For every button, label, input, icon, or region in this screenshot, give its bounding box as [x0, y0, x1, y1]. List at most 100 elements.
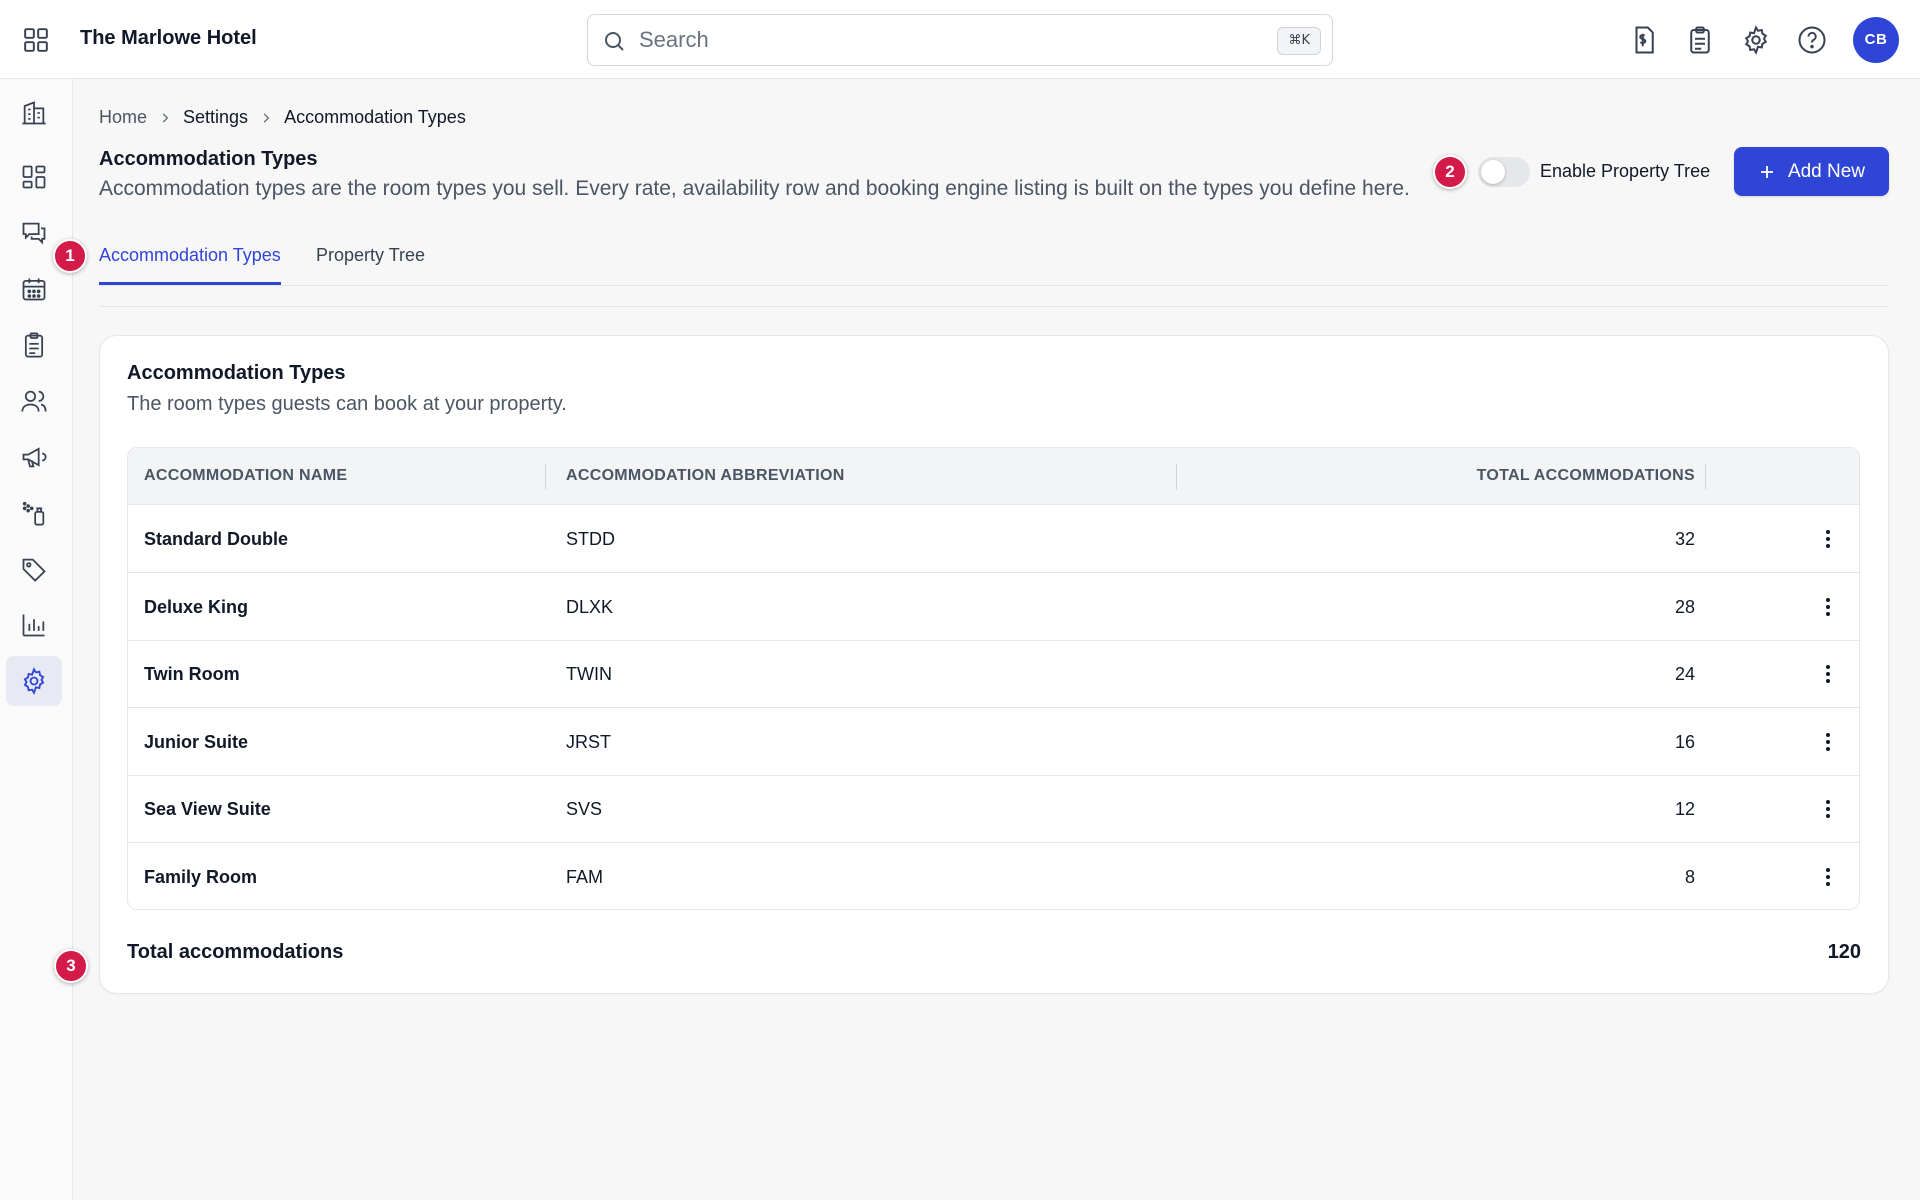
breadcrumb-settings[interactable]: Settings [183, 107, 248, 128]
property-tree-toggle-label: Enable Property Tree [1540, 161, 1711, 181]
help-icon[interactable] [1797, 25, 1827, 55]
chevron-right-icon [263, 112, 270, 123]
column-header-name[interactable]: ACCOMMODATION NAME [144, 467, 347, 485]
row-total: 16 [1674, 732, 1695, 752]
table-row[interactable]: Deluxe King DLXK 28 [128, 573, 1859, 641]
sidebar-item-rates[interactable] [6, 544, 62, 594]
search-input[interactable] [639, 23, 1239, 57]
annotation-marker-2: 2 [1433, 155, 1467, 189]
breadcrumb-current: Accommodation Types [284, 107, 466, 127]
row-abbreviation: DLXK [566, 597, 614, 617]
card-title: Accommodation Types [127, 362, 346, 384]
row-abbreviation: TWIN [566, 664, 612, 684]
sidebar-item-dashboard[interactable] [6, 152, 62, 202]
row-actions-button[interactable] [1814, 861, 1842, 893]
add-new-button[interactable]: Add New [1734, 147, 1889, 196]
section-divider [99, 306, 1889, 307]
row-name: Sea View Suite [144, 799, 271, 819]
sidebar-item-property[interactable] [6, 88, 62, 138]
row-abbreviation: FAM [566, 867, 604, 887]
row-abbreviation: JRST [566, 732, 611, 752]
bar-chart-icon [22, 614, 45, 637]
column-header-abbreviation[interactable]: ACCOMMODATION ABBREVIATION [566, 467, 845, 485]
annotation-marker-1: 1 [53, 239, 87, 273]
tab-bar: Accommodation Types Property Tree [99, 232, 1889, 286]
row-name: Twin Room [144, 664, 240, 684]
table-row[interactable]: Junior Suite JRST 16 [128, 708, 1859, 776]
search-shortcut-badge: ⌘K [1277, 27, 1321, 55]
sidebar-item-marketing[interactable] [6, 432, 62, 482]
table-row[interactable]: Sea View Suite SVS 12 [128, 775, 1859, 843]
clipboard-icon [24, 332, 44, 358]
billing-icon[interactable] [1629, 25, 1659, 55]
more-vertical-icon [1826, 868, 1830, 886]
sidebar-item-tasks[interactable] [6, 320, 62, 370]
property-tree-toggle[interactable] [1478, 157, 1530, 187]
breadcrumb-home[interactable]: Home [99, 107, 147, 128]
sidebar-item-guests[interactable] [6, 376, 62, 426]
tab-property-tree[interactable]: Property Tree [316, 245, 425, 282]
page-title: Accommodation Types [99, 148, 318, 170]
more-vertical-icon [1826, 530, 1830, 548]
total-accommodations-value: 120 [1827, 941, 1861, 963]
top-bar: The Marlowe Hotel ⌘K CB [0, 0, 1920, 79]
column-divider [1176, 464, 1177, 490]
clipboard-icon[interactable] [1685, 25, 1715, 55]
page-description: Accommodation types are the room types y… [99, 177, 1410, 200]
card-description: The room types guests can book at your p… [127, 393, 567, 415]
apps-grid-icon[interactable] [23, 27, 49, 53]
row-total: 8 [1684, 867, 1695, 887]
user-avatar[interactable]: CB [1853, 17, 1899, 63]
app-title: The Marlowe Hotel [80, 27, 257, 49]
megaphone-icon [22, 447, 47, 468]
housekeeping-icon [22, 501, 45, 526]
sidebar-item-reports[interactable] [6, 600, 62, 650]
row-total: 12 [1674, 799, 1695, 819]
table-row[interactable]: Family Room FAM 8 [128, 843, 1859, 909]
row-total: 24 [1674, 664, 1695, 684]
total-accommodations-label: Total accommodations [127, 941, 344, 963]
building-icon [22, 101, 46, 125]
column-divider [545, 464, 546, 490]
column-header-total[interactable]: TOTAL ACCOMMODATIONS [1477, 467, 1695, 485]
sidebar-item-housekeeping[interactable] [6, 488, 62, 538]
users-icon [21, 390, 47, 412]
row-name: Standard Double [144, 529, 289, 549]
more-vertical-icon [1826, 665, 1830, 683]
annotation-marker-3: 3 [54, 949, 88, 983]
table-header: ACCOMMODATION NAME ACCOMMODATION ABBREVI… [128, 448, 1859, 505]
row-actions-button[interactable] [1814, 658, 1842, 690]
breadcrumb: Home Settings Accommodation Types [99, 107, 466, 128]
row-actions-button[interactable] [1814, 523, 1842, 555]
chevron-right-icon [162, 112, 169, 123]
more-vertical-icon [1826, 598, 1830, 616]
row-abbreviation: SVS [566, 799, 603, 819]
sidebar-item-settings[interactable] [6, 656, 62, 706]
row-total: 28 [1674, 597, 1695, 617]
more-vertical-icon [1826, 733, 1830, 751]
toggle-knob [1481, 160, 1505, 184]
more-vertical-icon [1826, 800, 1830, 818]
row-actions-button[interactable] [1814, 793, 1842, 825]
row-name: Deluxe King [144, 597, 249, 617]
row-actions-button[interactable] [1814, 591, 1842, 623]
search-icon [605, 32, 624, 51]
search-box[interactable]: ⌘K [587, 14, 1333, 66]
tag-icon [22, 558, 46, 582]
plus-icon [1760, 165, 1773, 178]
sidebar-item-calendar[interactable] [6, 264, 62, 314]
row-name: Junior Suite [144, 732, 249, 752]
gear-icon[interactable] [1741, 25, 1771, 55]
dashboard-icon [22, 165, 46, 189]
gear-icon [23, 667, 45, 695]
column-divider [1705, 464, 1706, 490]
row-total: 32 [1674, 529, 1695, 549]
table-row[interactable]: Standard Double STDD 32 [128, 505, 1859, 573]
row-actions-button[interactable] [1814, 726, 1842, 758]
messages-icon [22, 222, 46, 245]
row-abbreviation: STDD [566, 529, 615, 549]
add-new-label: Add New [1787, 160, 1866, 182]
table-row[interactable]: Twin Room TWIN 24 [128, 640, 1859, 708]
calendar-icon [22, 278, 46, 301]
tab-accommodation-types[interactable]: Accommodation Types [99, 245, 281, 285]
